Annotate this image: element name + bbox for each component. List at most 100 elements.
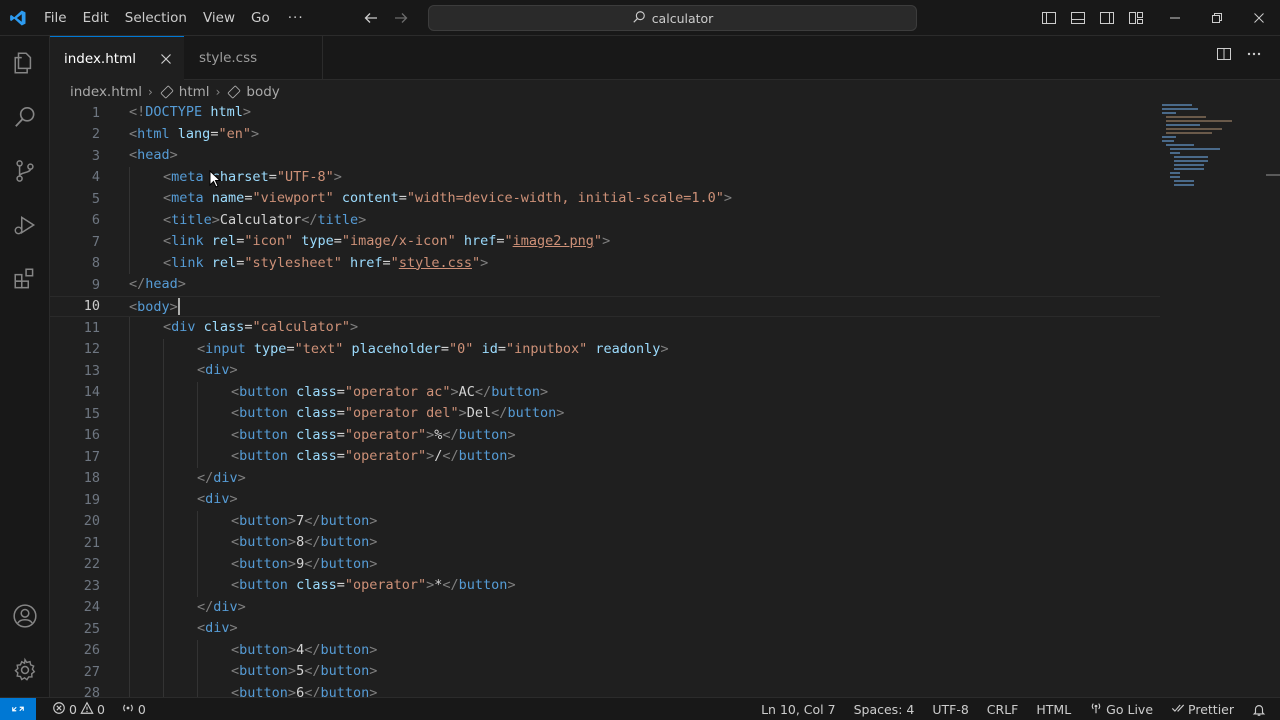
code-line[interactable]: 6 <title>Calculator</title> [50,209,1160,231]
split-editor-icon[interactable] [1216,46,1232,66]
search-activity-icon[interactable] [0,90,50,144]
code-line[interactable]: 1 <!DOCTYPE html> [50,102,1160,124]
customize-layout-icon[interactable] [1125,7,1147,29]
tab-style-css[interactable]: style.css [185,36,323,80]
code-line[interactable]: 26 <button>4</button> [50,639,1160,661]
code-line[interactable]: 13 <div> [50,360,1160,382]
code-text: <body> [129,297,180,319]
account-icon[interactable] [0,589,50,643]
tab-index-html[interactable]: index.html [50,36,184,80]
code-line[interactable]: 24 </div> [50,596,1160,618]
code-line[interactable]: 2 <html lang="en"> [50,124,1160,146]
toggle-panel-icon[interactable] [1067,7,1089,29]
back-arrow-icon[interactable] [360,7,382,29]
code-line[interactable]: 23 <button class="operator">*</button> [50,575,1160,597]
remote-indicator-icon[interactable] [0,697,36,720]
close-icon[interactable] [156,49,176,69]
error-count: 0 [69,701,77,717]
indentation[interactable]: Spaces: 4 [845,702,924,717]
end-of-line[interactable]: CRLF [978,702,1028,717]
line-number: 23 [83,577,100,594]
code-line[interactable]: 19 <div> [50,489,1160,511]
code-token: style.css [398,254,472,271]
more-actions-icon[interactable] [1246,46,1262,66]
problems-indicator[interactable]: 0 0 [46,701,111,718]
code-token: < [129,298,138,315]
code-line[interactable]: 27 <button>5</button> [50,661,1160,683]
code-token: body [137,298,170,315]
code-line[interactable]: 10 <body> [50,295,1160,319]
code-token: > [250,125,260,142]
explorer-icon[interactable] [0,36,50,90]
code-token: 6 [296,684,305,698]
source-control-icon[interactable] [0,144,50,198]
code-token: div [205,620,230,636]
code-token: = [336,405,345,421]
code-token: > [507,577,516,593]
code-line[interactable]: 17 <button class="operator">/</button> [50,446,1160,468]
code-line[interactable]: 9 </head> [50,274,1160,296]
cursor-position[interactable]: Ln 10, Col 7 [752,702,845,717]
code-token: > [602,233,611,249]
minimap[interactable] [1160,102,1232,192]
code-token: </ [304,555,321,572]
code-line[interactable]: 22 <button>9</button> [50,553,1160,575]
notifications-bell-icon[interactable] [1243,703,1280,717]
extensions-icon[interactable] [0,252,50,306]
code-token: button [239,534,288,550]
menu-selection[interactable]: Selection [117,0,195,36]
indent-guide [129,532,130,554]
code-line[interactable]: 12 <input type="text" placeholder="0" id=… [50,338,1160,360]
code-line[interactable]: 25 <div> [50,618,1160,640]
menu-more-icon[interactable]: ··· [278,0,314,36]
code-token: div [171,319,196,335]
toggle-secondary-sidebar-icon[interactable] [1096,7,1118,29]
code-line[interactable]: 11 <div class="calculator"> [50,317,1160,339]
menu-view[interactable]: View [195,0,243,36]
breadcrumb-file[interactable]: index.html [70,84,142,100]
forward-arrow-icon[interactable] [390,7,412,29]
code-token: 9 [296,555,305,572]
go-live-button[interactable]: Go Live [1080,701,1162,718]
code-text: <link rel="icon" type="image/x-icon" hre… [163,231,610,253]
code-line[interactable]: 21 <button>8</button> [50,532,1160,554]
restore-icon[interactable] [1196,0,1238,36]
close-window-icon[interactable] [1238,0,1280,36]
scrollbar-indicator[interactable] [1266,174,1280,176]
code-token: div [213,469,238,486]
code-token: = [336,383,345,400]
menu-file[interactable]: File [36,0,75,36]
code-line[interactable]: 15 <button class="operator del">Del</butt… [50,403,1160,425]
breadcrumb-body[interactable]: body [246,84,279,100]
code-line[interactable]: 14 <button class="operator ac">AC</button… [50,381,1160,403]
ports-indicator[interactable]: 0 [115,701,152,718]
minimize-icon[interactable] [1154,0,1196,36]
code-line[interactable]: 7 <link rel="icon" type="image/x-icon" hr… [50,231,1160,253]
code-token: button [458,426,508,443]
code-token: "stylesheet" [244,254,342,271]
code-line[interactable]: 20 <button>7</button> [50,510,1160,532]
code-token: head [145,276,178,292]
line-number: 6 [91,212,100,229]
indent-guide [129,489,130,511]
code-line[interactable]: 3 <head> [50,145,1160,167]
code-line[interactable]: 8 <link rel="stylesheet" href="style.css"… [50,252,1160,274]
menu-edit[interactable]: Edit [75,0,117,36]
code-line[interactable]: 18 </div> [50,467,1160,489]
indent-guide [197,424,198,446]
menu-go[interactable]: Go [243,0,278,36]
settings-gear-icon[interactable] [0,643,50,697]
run-debug-icon[interactable] [0,198,50,252]
prettier-button[interactable]: Prettier [1162,701,1243,718]
toggle-primary-sidebar-icon[interactable] [1038,7,1060,29]
code-line[interactable]: 16 <button class="operator">%</button> [50,424,1160,446]
code-line[interactable]: 28 <button>6</button> [50,682,1160,698]
code-editor[interactable]: 1 <!DOCTYPE html> 2 <html lang="en"> 3 <head>… [50,102,1280,697]
breadcrumb-html[interactable]: html [179,84,210,100]
language-mode[interactable]: HTML [1027,702,1080,717]
code-token: > [507,448,516,464]
command-center-search[interactable]: calculator [428,5,917,31]
indent-guide [163,661,164,683]
encoding[interactable]: UTF-8 [923,702,977,717]
